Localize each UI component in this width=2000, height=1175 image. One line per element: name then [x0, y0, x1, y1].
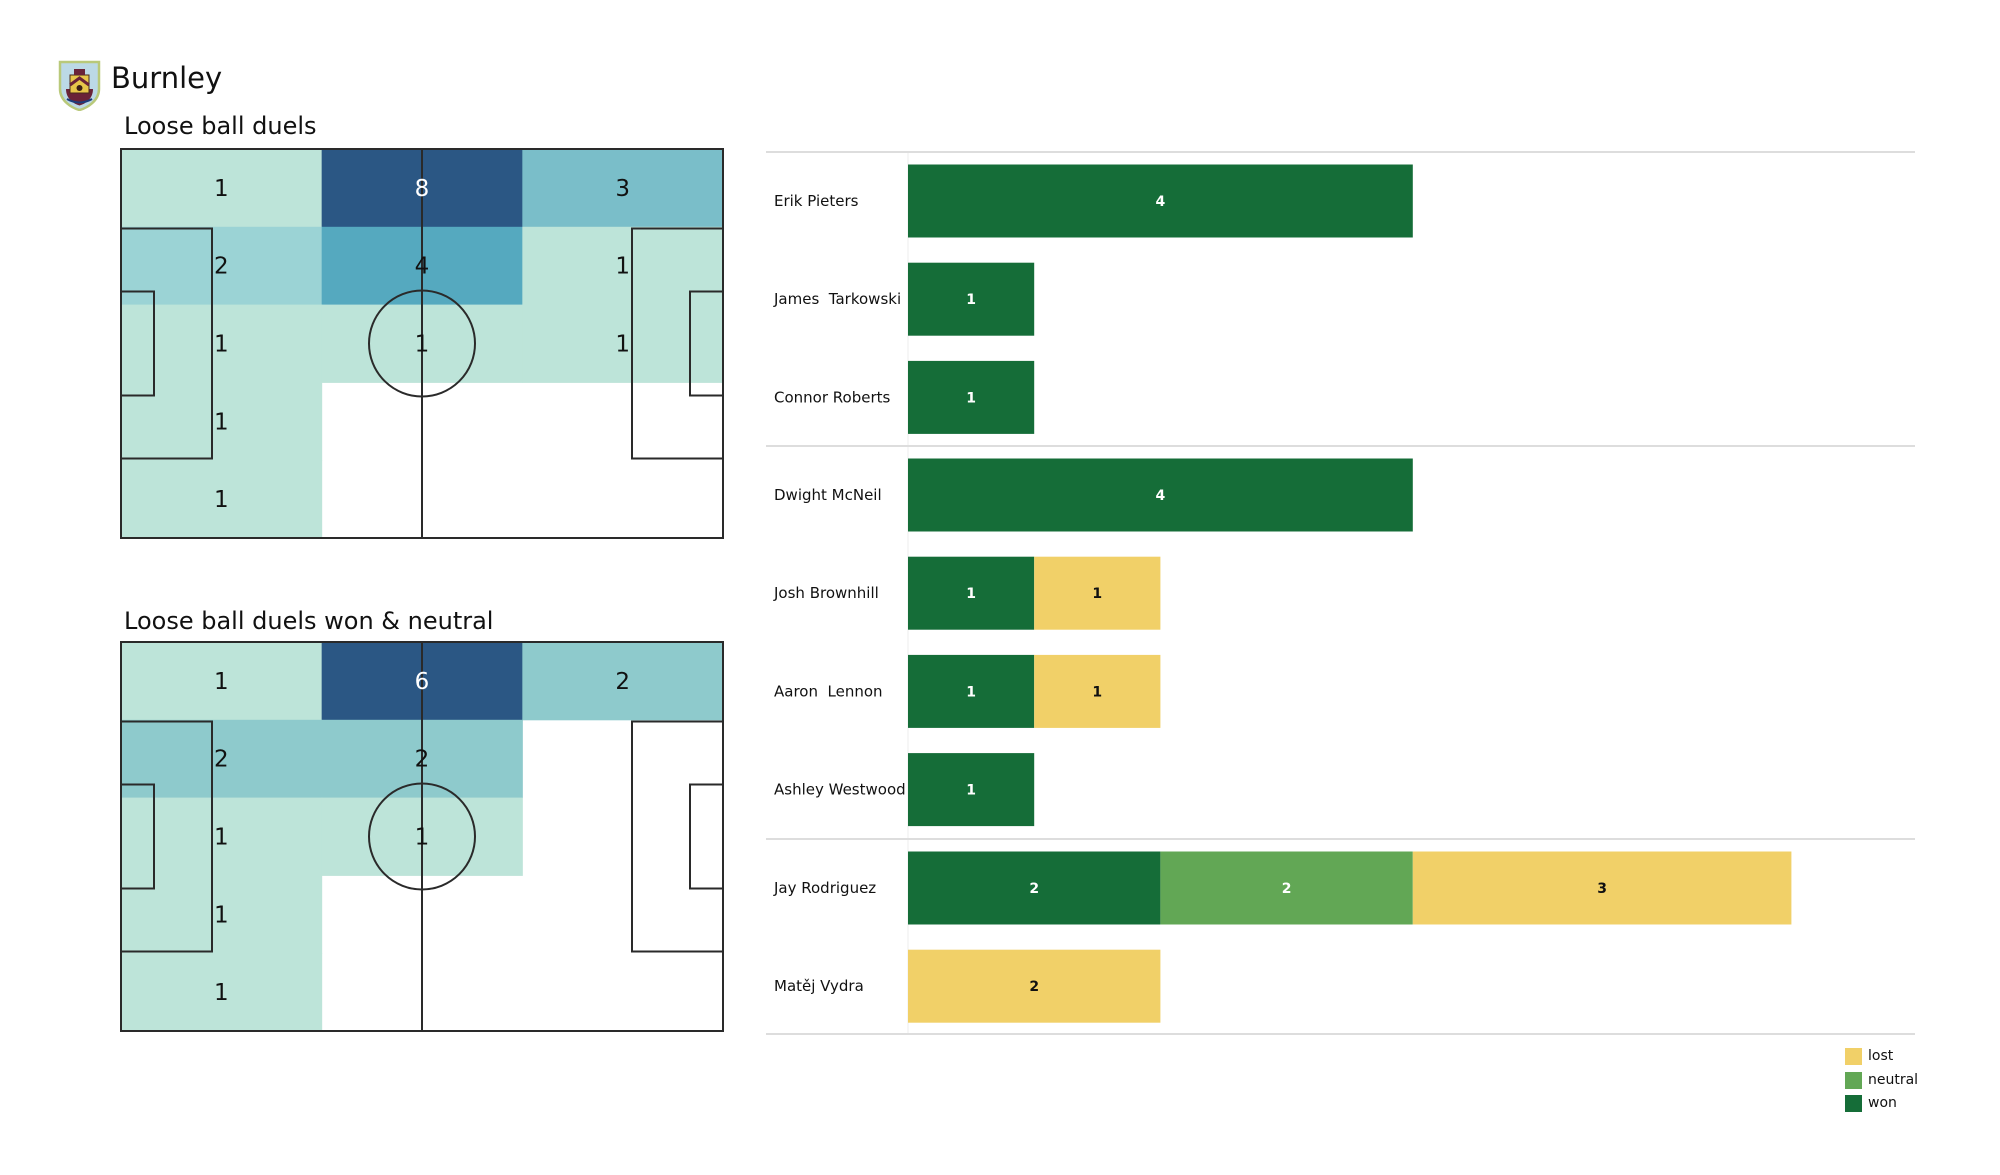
legend-label-won: won [1868, 1095, 1897, 1111]
player-label: Connor Roberts [774, 388, 891, 406]
bar-value-label: 2 [1029, 979, 1039, 995]
player-label: Matěj Vydra [774, 977, 864, 995]
bar-value-label: 1 [966, 390, 976, 406]
player-label: Aaron Lennon [774, 682, 883, 700]
legend-label-lost: lost [1868, 1048, 1894, 1064]
legend-swatch-lost [1845, 1048, 1862, 1065]
bar-value-label: 4 [1156, 488, 1166, 504]
legend-item-won: won [1845, 1095, 1897, 1112]
bar-value-label: 1 [966, 684, 976, 700]
legend-item-neutral: neutral [1845, 1072, 1918, 1089]
player-duels-bar-chart: Erik Pieters 4 James Tarkowski 1 Connor Robe… [766, 151, 1915, 1035]
bar-value-label: 3 [1597, 881, 1607, 897]
legend-swatch-neutral [1845, 1072, 1862, 1089]
bar-value-label: 1 [966, 292, 976, 308]
player-label: Ashley Westwood [774, 781, 906, 799]
player-label: Josh Brownhill [773, 584, 879, 602]
bar-value-label: 2 [1282, 881, 1292, 897]
bar-value-label: 1 [966, 586, 976, 602]
bar-value-label: 1 [1092, 586, 1102, 602]
bar-value-label: 1 [1092, 684, 1102, 700]
player-label: Dwight McNeil [774, 486, 882, 504]
legend-label-neutral: neutral [1868, 1072, 1919, 1088]
legend-swatch-won [1845, 1095, 1862, 1112]
bar-value-label: 1 [966, 783, 976, 799]
legend-item-lost: lost [1845, 1048, 1893, 1065]
player-label: Erik Pieters [774, 192, 859, 210]
bar-value-label: 4 [1156, 194, 1166, 210]
player-label: James Tarkowski [773, 290, 901, 308]
bar-value-label: 2 [1029, 881, 1039, 897]
player-label: Jay Rodriguez [773, 879, 876, 897]
